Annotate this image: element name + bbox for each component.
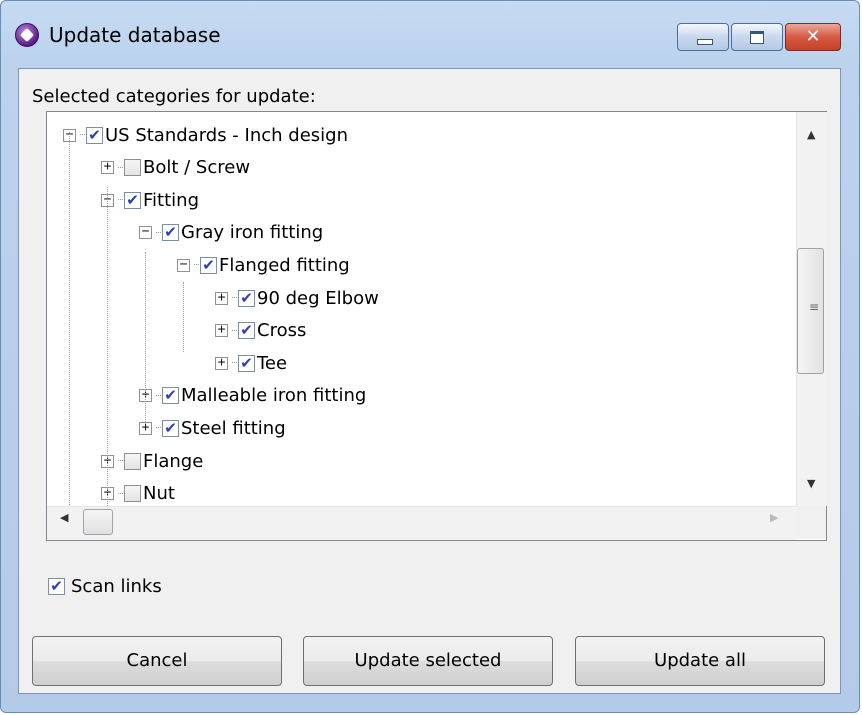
tree-item[interactable]: +90 deg Elbow: [215, 283, 379, 313]
tree-guide-line: [69, 132, 70, 527]
tree-item[interactable]: + Steel fitting: [139, 413, 286, 443]
title-bar[interactable]: Update database ✕: [1, 1, 859, 71]
tree-item-label: Malleable iron fitting: [181, 385, 367, 407]
minimize-button[interactable]: [677, 23, 729, 51]
tree-item[interactable]: +Malleable iron fitting: [139, 381, 366, 411]
tree-connector: [118, 166, 123, 169]
tree-connector: [80, 134, 85, 136]
tree-item-checkbox[interactable]: [124, 452, 141, 470]
collapse-icon[interactable]: −: [177, 258, 190, 272]
tree-item[interactable]: −Fitting: [101, 185, 199, 215]
tree-item-checkbox[interactable]: [162, 419, 179, 437]
tree-item-checkbox[interactable]: [162, 387, 179, 405]
tree-item-label: Nut: [143, 483, 175, 505]
tree-item-checkbox[interactable]: [238, 322, 255, 340]
tree-item-label: Steel fitting: [181, 417, 286, 439]
tree-item[interactable]: + Nut: [101, 479, 175, 509]
tree-connector: [118, 460, 123, 462]
horizontal-scroll-thumb[interactable]: [83, 509, 113, 535]
close-button[interactable]: ✕: [785, 23, 841, 51]
tree-item[interactable]: − Gray iron fitting: [139, 218, 323, 248]
window-title: Update database: [49, 23, 221, 47]
tree-item-label: Flange: [143, 450, 204, 472]
scroll-left-arrow-icon[interactable]: ◀: [60, 511, 68, 524]
expand-icon[interactable]: +: [101, 160, 114, 175]
tree-guide-line: [107, 187, 108, 540]
tree-connector: [232, 362, 237, 364]
tree-item[interactable]: − Flanged fitting: [177, 250, 350, 280]
tree-item[interactable]: + Cross: [215, 316, 306, 346]
tree-item-label: US Standards - Inch design: [105, 124, 348, 146]
close-icon: ✕: [805, 26, 821, 47]
tree-item[interactable]: + Tee: [215, 348, 287, 378]
tree-connector: [118, 199, 123, 201]
tree-item-label: Flanged fitting: [219, 254, 350, 276]
tree-item-label: Tee: [257, 352, 288, 374]
tree-item-label: 90 deg Elbow: [257, 287, 379, 309]
scroll-corner: [796, 506, 826, 539]
cancel-button[interactable]: Cancel: [32, 636, 282, 686]
tree-item-label: Gray iron fitting: [181, 222, 324, 244]
scan-links-label: Scan links: [71, 576, 162, 597]
maximize-button[interactable]: [731, 23, 783, 51]
tree-connector: [156, 231, 161, 234]
section-label: Selected categories for update:: [32, 86, 316, 107]
tree-connector: [156, 427, 161, 429]
tree-item-checkbox[interactable]: [124, 159, 141, 177]
expand-icon[interactable]: +: [139, 421, 152, 435]
tree-item-checkbox[interactable]: [162, 224, 179, 242]
horizontal-scrollbar[interactable]: [47, 506, 796, 540]
tree-item-checkbox[interactable]: [124, 191, 141, 209]
tree-item-checkbox[interactable]: [124, 485, 141, 503]
update-selected-button[interactable]: Update selected: [303, 636, 553, 686]
tree-connector: [232, 329, 237, 332]
update-all-button[interactable]: Update all: [575, 636, 825, 686]
scroll-right-arrow-icon[interactable]: ▶: [770, 511, 778, 524]
expand-icon[interactable]: +: [215, 291, 228, 305]
tree-guide-line: [145, 252, 146, 422]
category-tree[interactable]: −US Standards - Inch design+Bolt / Screw…: [46, 111, 827, 541]
tree-item-checkbox[interactable]: [200, 256, 217, 274]
scroll-up-arrow-icon[interactable]: ▲: [807, 128, 815, 141]
scan-links-option[interactable]: Scan links: [48, 576, 162, 597]
app-icon: [15, 23, 39, 47]
collapse-icon[interactable]: −: [139, 225, 152, 240]
scroll-down-arrow-icon[interactable]: ▼: [807, 477, 815, 490]
tree-item[interactable]: + Flange: [101, 446, 203, 476]
tree-guide-line: [183, 282, 184, 352]
tree-item-checkbox[interactable]: [238, 354, 255, 372]
tree-item[interactable]: + Bolt / Screw: [101, 153, 250, 183]
tree-item-checkbox[interactable]: [86, 126, 103, 144]
expand-icon[interactable]: +: [215, 323, 228, 338]
scan-links-checkbox[interactable]: [48, 578, 65, 595]
tree-item[interactable]: −US Standards - Inch design: [63, 120, 348, 150]
tree-connector: [118, 492, 123, 495]
grip-icon: ≡: [809, 300, 820, 314]
tree-connector: [156, 394, 161, 397]
tree-item-label: Cross: [257, 320, 307, 342]
tree-item-label: Fitting: [143, 189, 199, 211]
expand-icon[interactable]: +: [215, 356, 228, 370]
tree-connector: [194, 264, 199, 266]
tree-item-label: Bolt / Screw: [143, 157, 251, 179]
tree-item-checkbox[interactable]: [238, 289, 255, 307]
tree-connector: [232, 297, 237, 299]
